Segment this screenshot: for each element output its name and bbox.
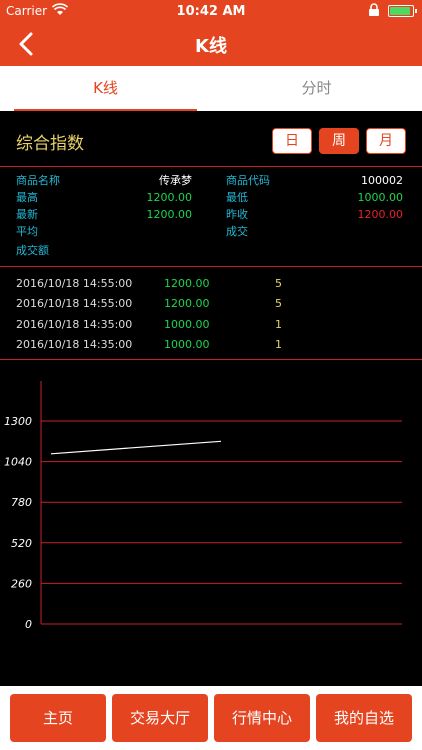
- latest-label: 最新: [16, 208, 38, 221]
- trade-qty: 1: [275, 318, 282, 331]
- trade-qty: 5: [275, 297, 282, 310]
- tab-timeshare[interactable]: 分时: [211, 66, 422, 111]
- prev-close-label: 昨收: [226, 208, 248, 221]
- rotation-lock-icon: [369, 3, 379, 16]
- bottom-home-button[interactable]: 主页: [10, 694, 106, 742]
- index-name: 综合指数: [16, 134, 84, 154]
- average-label: 平均: [16, 225, 38, 238]
- product-name-value: 传承梦: [159, 174, 192, 187]
- trade-price: 1000.00: [164, 318, 210, 331]
- trade-time: 2016/10/18 14:35:00: [16, 338, 133, 351]
- bottom-trading-hall-button[interactable]: 交易大厅: [112, 694, 208, 742]
- bottom-market-center-button[interactable]: 行情中心: [214, 694, 310, 742]
- product-code-label: 商品代码: [226, 174, 270, 187]
- product-code-value: 100002: [361, 174, 403, 187]
- list-item: 2016/10/18 14:55:00 1200.00 5: [0, 295, 422, 315]
- list-item: 2016/10/18 14:35:00 1000.00 1: [0, 316, 422, 336]
- status-time: 10:42 AM: [176, 4, 246, 19]
- kline-chart-svg: 1300 1040 780 520 260 0: [4, 381, 402, 631]
- trade-qty: 1: [275, 338, 282, 351]
- page-title: K线: [195, 36, 227, 57]
- y-tick-label: 520: [11, 537, 32, 550]
- period-month-button[interactable]: 月: [366, 128, 406, 154]
- high-value: 1200.00: [146, 191, 193, 204]
- bottom-watchlist-button[interactable]: 我的自选: [316, 694, 412, 742]
- turnover-label: 成交额: [16, 244, 49, 257]
- prev-close-value: 1200.00: [357, 208, 404, 221]
- trade-list: 2016/10/18 14:55:00 1200.00 5 2016/10/18…: [0, 267, 422, 360]
- low-value: 1000.00: [357, 191, 404, 204]
- product-name-label: 商品名称: [16, 174, 60, 187]
- y-tick-label: 260: [11, 577, 32, 590]
- series-line: [50, 440, 222, 455]
- y-tick-label: 1040: [4, 456, 32, 469]
- tab-kline[interactable]: K线: [0, 66, 211, 111]
- chart-tabs: K线 分时: [0, 66, 422, 111]
- nav-bar: K线: [0, 22, 422, 66]
- volume-label: 成交: [226, 225, 248, 238]
- product-info-panel: 商品名称 传承梦 商品代码 100002 最高 1200.00 最低 1000.…: [0, 167, 422, 267]
- status-bar: Carrier 10:42 AM: [0, 0, 422, 22]
- trade-price: 1000.00: [164, 338, 210, 351]
- period-week-button[interactable]: 周: [319, 128, 359, 154]
- index-header: 综合指数 日 周 月: [0, 111, 422, 167]
- trade-time: 2016/10/18 14:35:00: [16, 318, 133, 331]
- list-item: 2016/10/18 14:35:00 1000.00 1: [0, 336, 422, 356]
- latest-value: 1200.00: [146, 208, 193, 221]
- period-day-button[interactable]: 日: [272, 128, 312, 154]
- kline-chart[interactable]: 1300 1040 780 520 260 0: [0, 361, 422, 686]
- trade-time: 2016/10/18 14:55:00: [16, 297, 133, 310]
- y-tick-label: 1300: [4, 415, 32, 428]
- trade-qty: 5: [275, 277, 282, 290]
- y-tick-label: 0: [25, 618, 32, 631]
- list-item: 2016/10/18 14:55:00 1200.00 5: [0, 275, 422, 295]
- battery-icon: [388, 5, 417, 17]
- high-label: 最高: [16, 191, 38, 204]
- bottom-nav: 主页 交易大厅 行情中心 我的自选: [0, 686, 422, 750]
- low-label: 最低: [226, 191, 248, 204]
- trade-price: 1200.00: [164, 297, 210, 310]
- trade-time: 2016/10/18 14:55:00: [16, 277, 133, 290]
- trade-price: 1200.00: [164, 277, 210, 290]
- y-tick-label: 780: [11, 496, 32, 509]
